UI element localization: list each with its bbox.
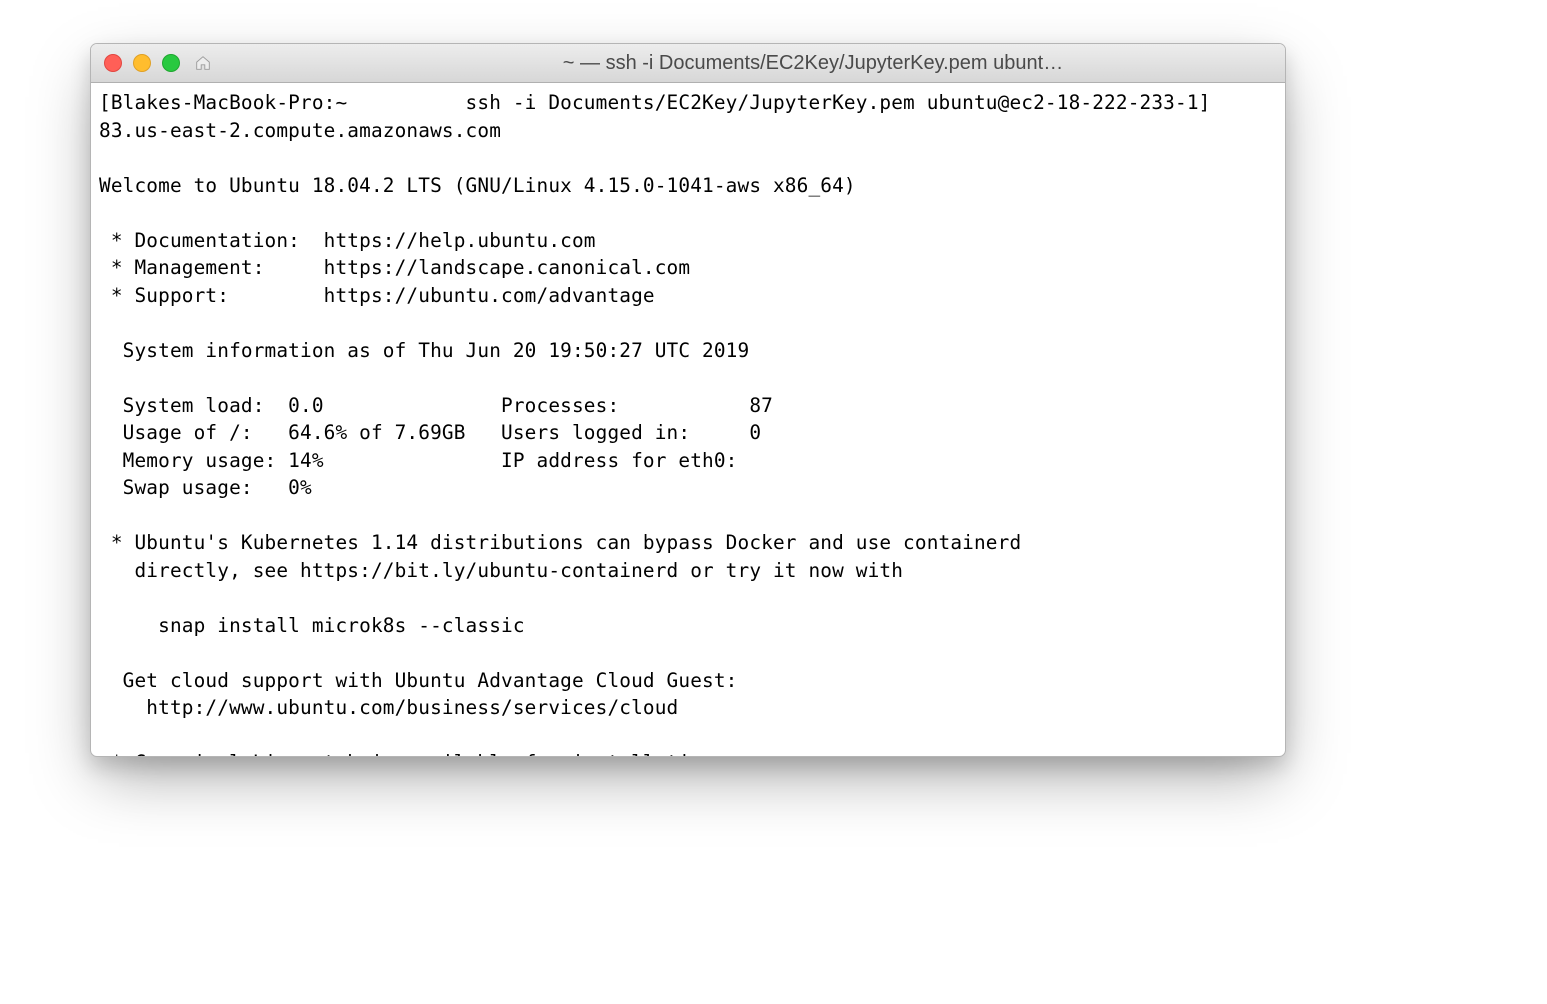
management-line: * Management: https://landscape.canonica…: [99, 256, 690, 279]
minimize-button[interactable]: [133, 54, 151, 72]
home-folder-proxy-icon[interactable]: [194, 54, 212, 72]
snap-install-line: snap install microk8s --classic: [99, 614, 525, 637]
sysinfo-row-1: System load: 0.0 Processes: 87: [99, 394, 773, 417]
sysinfo-row-2: Usage of /: 64.6% of 7.69GB Users logged…: [99, 421, 761, 444]
terminal-window: ~ — ssh -i Documents/EC2Key/JupyterKey.p…: [90, 43, 1286, 757]
cloud-support-line-1: Get cloud support with Ubuntu Advantage …: [99, 669, 738, 692]
zoom-button[interactable]: [162, 54, 180, 72]
terminal-content[interactable]: [Blakes-MacBook-Pro:~ ssh -i Documents/E…: [91, 83, 1285, 757]
welcome-line: Welcome to Ubuntu 18.04.2 LTS (GNU/Linux…: [99, 174, 856, 197]
prompt-continuation: 83.us-east-2.compute.amazonaws.com: [99, 119, 501, 142]
livepatch-line-1: * Canonical Livepatch is available for i…: [99, 751, 726, 757]
titlebar: ~ — ssh -i Documents/EC2Key/JupyterKey.p…: [91, 44, 1285, 83]
close-button[interactable]: [104, 54, 122, 72]
support-line: * Support: https://ubuntu.com/advantage: [99, 284, 655, 307]
cloud-support-line-2: http://www.ubuntu.com/business/services/…: [99, 696, 678, 719]
prompt-line: [Blakes-MacBook-Pro:~ ssh -i Documents/E…: [99, 91, 1210, 114]
kubernetes-line-2: directly, see https://bit.ly/ubuntu-cont…: [99, 559, 903, 582]
window-title: ~ — ssh -i Documents/EC2Key/JupyterKey.p…: [91, 52, 1285, 75]
sysinfo-row-4: Swap usage: 0%: [99, 476, 312, 499]
traffic-lights: [104, 54, 180, 72]
sysinfo-row-3: Memory usage: 14% IP address for eth0:: [99, 449, 738, 472]
documentation-line: * Documentation: https://help.ubuntu.com: [99, 229, 596, 252]
sysinfo-header: System information as of Thu Jun 20 19:5…: [99, 339, 749, 362]
kubernetes-line-1: * Ubuntu's Kubernetes 1.14 distributions…: [99, 531, 1021, 554]
